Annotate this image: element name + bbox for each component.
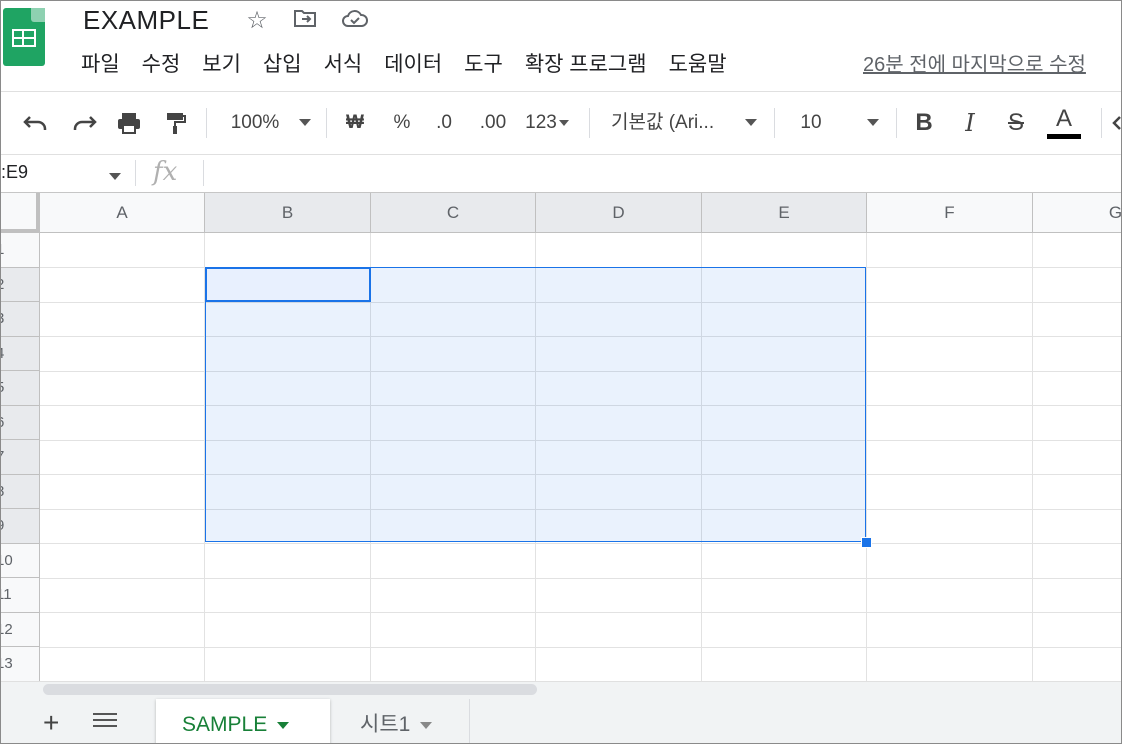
move-to-folder-icon[interactable]: [291, 7, 319, 35]
column-header-f[interactable]: F: [867, 193, 1033, 233]
row-header[interactable]: 6: [1, 405, 40, 440]
font-size-select[interactable]: 10: [793, 106, 829, 140]
toolbar: 100% ₩ % .0 .00 123 기본값 (Ari... 10 B I S…: [1, 91, 1121, 155]
menu-format[interactable]: 서식: [324, 51, 363, 79]
decrease-decimal-button[interactable]: .0: [429, 106, 459, 140]
menu-bar: 파일 수정 보기 삽입 서식 데이터 도구 확장 프로그램 도움말: [81, 51, 749, 79]
row-header[interactable]: 2: [1, 267, 40, 302]
column-header-e[interactable]: E: [702, 193, 867, 233]
formula-input[interactable]: [211, 156, 1111, 188]
menu-file[interactable]: 파일: [81, 51, 120, 79]
row-header[interactable]: 12: [1, 612, 40, 647]
row-header[interactable]: 10: [1, 543, 40, 578]
add-sheet-icon[interactable]: +: [43, 707, 59, 739]
zoom-dropdown-icon[interactable]: [295, 106, 315, 140]
font-size-dropdown-icon[interactable]: [863, 106, 883, 140]
paint-format-icon[interactable]: [161, 106, 191, 140]
font-dropdown-icon[interactable]: [741, 106, 761, 140]
last-edit-link[interactable]: 26분 전에 마지막으로 수정: [863, 51, 1086, 79]
all-sheets-icon[interactable]: [93, 713, 117, 733]
menu-view[interactable]: 보기: [202, 51, 241, 79]
row-header[interactable]: 3: [1, 302, 40, 337]
row-header[interactable]: 5: [1, 371, 40, 406]
menu-edit[interactable]: 수정: [142, 51, 181, 79]
more-formats-button[interactable]: 123: [521, 106, 573, 140]
column-header-b[interactable]: B: [205, 193, 371, 233]
sheets-logo-icon[interactable]: [3, 8, 45, 66]
fill-handle[interactable]: [861, 537, 872, 548]
star-icon[interactable]: ☆: [243, 7, 271, 35]
row-number: 7: [1, 440, 4, 474]
increase-decimal-label: .00: [479, 112, 507, 133]
zoom-value[interactable]: 100%: [225, 106, 285, 140]
font-family-select[interactable]: 기본값 (Ari...: [611, 106, 741, 140]
menu-help[interactable]: 도움말: [669, 51, 727, 79]
row-number: 10: [1, 551, 13, 569]
sheet-tab-label: SAMPLE: [182, 713, 268, 736]
row-header[interactable]: 8: [1, 474, 40, 509]
row-number: 6: [1, 406, 4, 440]
selected-range[interactable]: [205, 267, 866, 542]
column-header-d[interactable]: D: [536, 193, 702, 233]
undo-icon[interactable]: [19, 106, 53, 140]
row-header[interactable]: 7: [1, 440, 40, 475]
strikethrough-button[interactable]: S: [1001, 106, 1031, 140]
row-header[interactable]: 1: [1, 233, 40, 268]
menu-extensions[interactable]: 확장 프로그램: [525, 51, 647, 79]
active-cell[interactable]: [205, 267, 371, 302]
row-header[interactable]: 13: [1, 647, 40, 681]
row-number: 3: [1, 302, 4, 336]
row-header[interactable]: 11: [1, 578, 40, 613]
row-number: 13: [1, 655, 13, 672]
redo-icon[interactable]: [67, 106, 101, 140]
decrease-decimal-label: .0: [436, 112, 452, 133]
column-header-g[interactable]: G: [1033, 193, 1121, 233]
chevron-down-icon[interactable]: [420, 721, 433, 729]
chevron-down-icon[interactable]: [277, 721, 290, 729]
fx-icon: fx: [153, 157, 178, 187]
row-header[interactable]: 4: [1, 336, 40, 371]
spreadsheet-window: EXAMPLE ☆ 파일 수정 보기 삽입 서식 데이터 도구 확장 프로그램 …: [0, 0, 1122, 744]
row-number: 12: [1, 620, 13, 638]
row-number: 2: [1, 268, 4, 302]
menu-data[interactable]: 데이터: [384, 51, 442, 79]
percent-format-button[interactable]: %: [389, 106, 415, 140]
row-number: 9: [1, 509, 4, 543]
name-box[interactable]: :E9: [1, 162, 28, 183]
row-number: 11: [1, 586, 12, 603]
text-color-label: A: [1055, 105, 1072, 132]
row-number: 5: [1, 371, 4, 405]
cloud-status-icon[interactable]: [341, 7, 369, 35]
name-box-dropdown-icon[interactable]: [109, 168, 121, 186]
column-header-c[interactable]: C: [371, 193, 536, 233]
row-number: 1: [1, 233, 4, 267]
menu-tools[interactable]: 도구: [464, 51, 503, 79]
sheet-tab-sample[interactable]: SAMPLE: [156, 699, 330, 743]
sheet-tab-bar: + SAMPLE 시트1: [1, 699, 1121, 743]
currency-format-button[interactable]: ₩: [341, 106, 369, 140]
text-color-button[interactable]: A: [1047, 106, 1081, 140]
more-toolbar-icon[interactable]: [1109, 106, 1121, 140]
column-header-a[interactable]: A: [40, 193, 205, 233]
print-icon[interactable]: [113, 106, 145, 140]
bold-button[interactable]: B: [909, 106, 939, 140]
row-header[interactable]: 9: [1, 509, 40, 544]
formula-bar: :E9 fx: [1, 154, 1121, 193]
select-all-corner[interactable]: [1, 193, 40, 233]
increase-decimal-button[interactable]: .00: [473, 106, 513, 140]
horizontal-scroll-thumb[interactable]: [43, 684, 537, 695]
sheet-tab-label: 시트1: [360, 713, 411, 736]
menu-insert[interactable]: 삽입: [263, 51, 302, 79]
sheet-grid[interactable]: A B C D E F G 1 2 3 4 5 6 7 8 9 10 11 12…: [1, 193, 1121, 681]
italic-button[interactable]: I: [955, 106, 985, 140]
document-title[interactable]: EXAMPLE: [83, 5, 209, 36]
row-number: 4: [1, 337, 4, 371]
row-number: 8: [1, 475, 4, 509]
sheet-tab-sheet1[interactable]: 시트1: [334, 699, 470, 743]
text-color-swatch: [1047, 134, 1081, 139]
more-formats-label: 123: [525, 112, 557, 133]
